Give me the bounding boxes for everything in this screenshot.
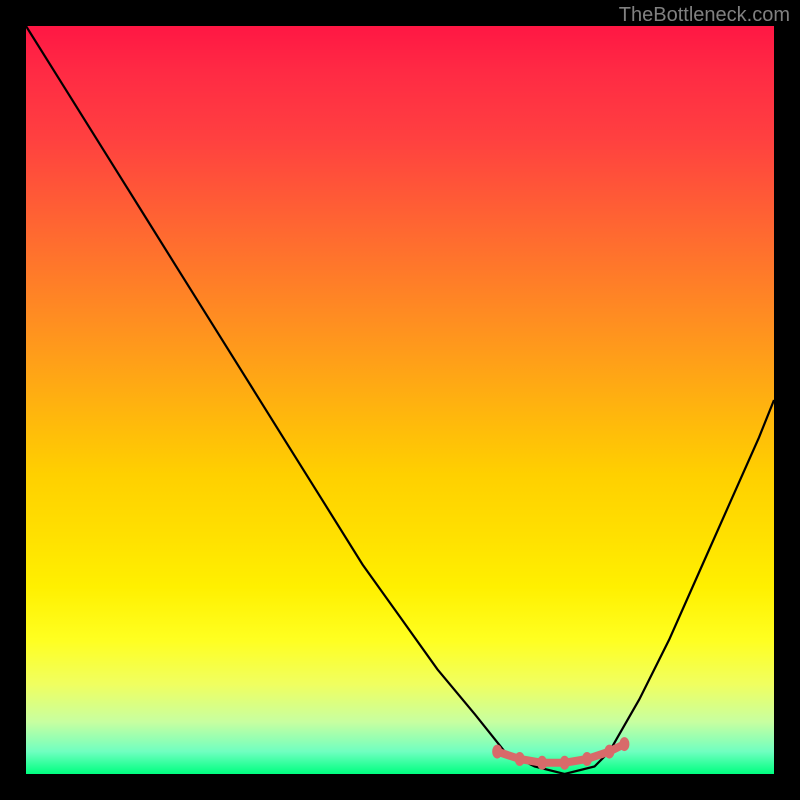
marker-dot xyxy=(492,745,502,759)
bottleneck-curve-line xyxy=(26,26,774,774)
marker-dot xyxy=(582,752,592,766)
marker-dot xyxy=(619,737,629,751)
optimal-zone-markers xyxy=(492,737,629,770)
marker-dot xyxy=(560,756,570,770)
marker-dot xyxy=(537,756,547,770)
chart-plot-area xyxy=(26,26,774,774)
watermark-text: TheBottleneck.com xyxy=(619,4,790,27)
chart-svg xyxy=(26,26,774,774)
marker-dot xyxy=(604,745,614,759)
marker-dot xyxy=(515,752,525,766)
